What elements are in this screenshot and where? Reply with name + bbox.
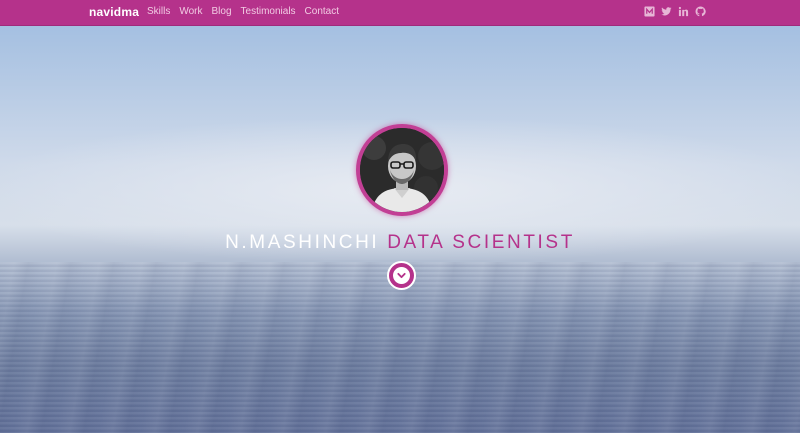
nav-link-work[interactable]: Work [179,6,202,17]
nav-links: Skills Work Blog Testimonials Contact [147,6,348,17]
hero-role: DATA SCIENTIST [387,232,575,253]
medium-icon[interactable] [644,6,655,17]
github-icon[interactable] [695,6,706,17]
top-navbar: navidma Skills Work Blog Testimonials Co… [0,0,800,26]
hero-section: N.MASHINCHI DATA SCIENTIST [0,0,800,433]
portrait-image [360,128,444,212]
nav-link-blog[interactable]: Blog [212,6,232,17]
scroll-down-button[interactable] [387,261,416,290]
linkedin-icon[interactable] [678,6,689,17]
twitter-icon[interactable] [661,6,672,17]
hero-name: N.MASHINCHI [225,232,380,253]
hero-headline: N.MASHINCHI DATA SCIENTIST [0,232,800,254]
brand-logo[interactable]: navidma [89,5,139,19]
nav-link-testimonials[interactable]: Testimonials [241,6,296,17]
avatar-ring [356,124,448,216]
nav-link-skills[interactable]: Skills [147,6,170,17]
social-links [644,6,706,17]
nav-link-contact[interactable]: Contact [305,6,339,17]
scroll-down-inner [393,267,410,284]
chevron-down-icon [397,272,406,279]
avatar [360,128,444,212]
